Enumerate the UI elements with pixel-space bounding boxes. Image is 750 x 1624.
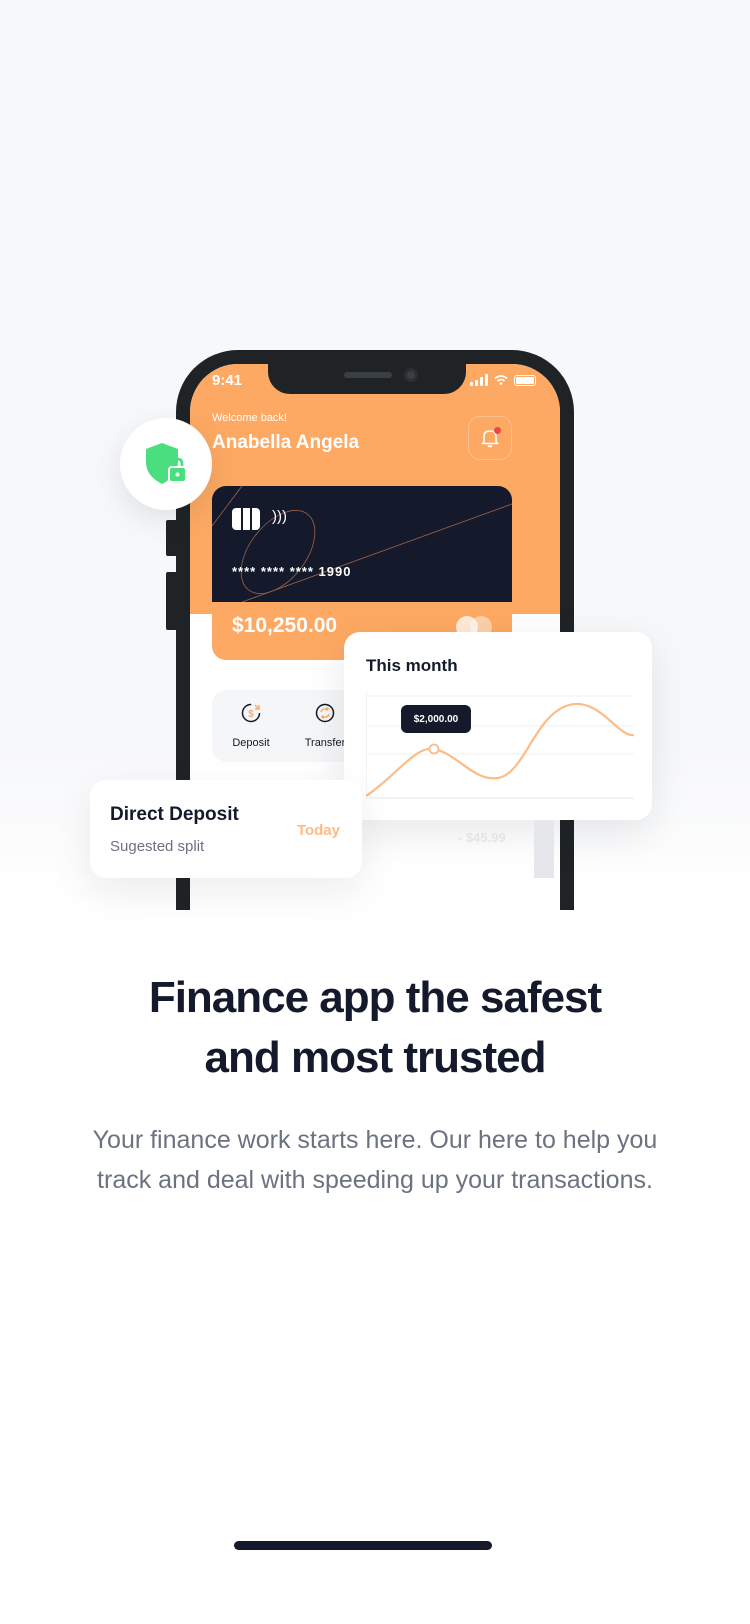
chart-tooltip: $2,000.00 [401,705,471,733]
month-card-title: This month [366,656,458,675]
chip-icon [232,508,260,530]
this-month-card: This month $2,000.00 [344,632,652,820]
speaker [344,372,392,378]
highlight-point [428,743,440,755]
onboarding-description: Your finance work starts here. Our here … [92,1126,658,1194]
deposit-title: Direct Deposit [110,804,239,825]
security-badge [120,418,212,510]
card-balance: $10,250.00 [232,614,338,637]
welcome-text: Welcome back! [212,412,287,424]
transfer-icon [315,703,335,723]
card-face: ))) **** **** **** 1990 [212,486,512,602]
onboarding-headline: Finance app the safest and most trusted [0,968,750,1088]
deposit-subtitle: Sugested split [110,838,205,855]
wifi-icon [494,375,508,385]
camera [404,368,418,382]
home-indicator[interactable] [234,1541,492,1550]
phone-frame-edge [534,820,554,878]
svg-text:$: $ [248,709,254,720]
card-number: **** **** **** 1990 [232,564,352,579]
notification-button[interactable] [468,416,512,460]
notification-dot [494,427,501,434]
card-pattern [212,486,512,602]
deposit-action[interactable]: $ Deposit [216,702,286,749]
deposit-icon: $ [241,703,261,723]
deposit-date: Today [296,822,340,839]
status-time: 9:41 [212,372,243,389]
battery-icon [514,374,536,386]
headline-text: Finance app the safest and most trusted [148,973,602,1082]
action-label: Deposit [232,737,270,749]
signal-icon [470,374,488,386]
shield-lock-icon [146,443,187,484]
status-icons [470,374,536,386]
phone-notch [268,364,466,394]
user-name: Anabella Angela [212,432,360,453]
direct-deposit-card: Direct Deposit Sugested split Today [90,780,362,878]
nfc-icon: ))) [272,508,287,525]
faded-amount: - $45.99 [458,830,506,845]
